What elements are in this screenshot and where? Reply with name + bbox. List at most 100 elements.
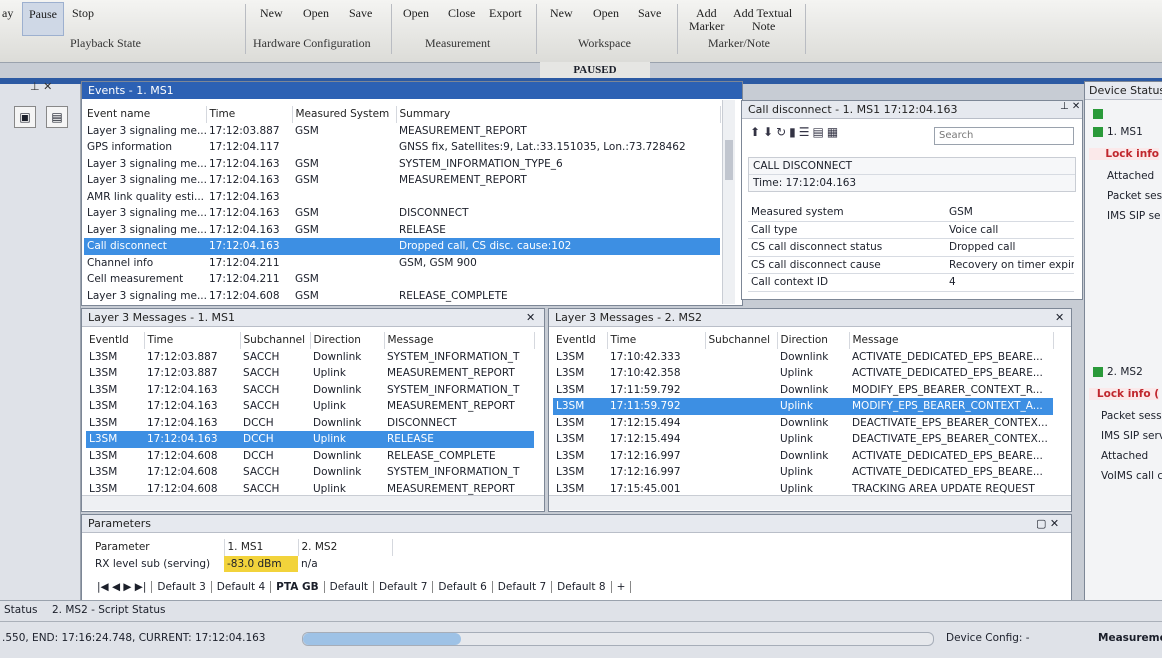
column-header[interactable]: Direction bbox=[777, 332, 850, 349]
column-header[interactable]: Subchannel bbox=[705, 332, 778, 349]
measurement-close-button[interactable]: Close bbox=[448, 6, 475, 21]
device-ms1[interactable]: 1. MS1 bbox=[1093, 126, 1143, 138]
table-row-selected[interactable]: L3SM 17:12:04.163 DCCH Uplink RELEASE bbox=[86, 431, 534, 448]
column-header[interactable]: Message bbox=[384, 332, 535, 349]
measurement-export-button[interactable]: Export bbox=[489, 6, 522, 21]
table-row[interactable]: L3SM 17:12:15.494 Downlink DEACTIVATE_EPS_B… bbox=[553, 415, 1053, 432]
left-dock-strip: ⊥ ✕ ▣ ▤ bbox=[0, 80, 81, 604]
workspace-new-button[interactable]: New bbox=[550, 6, 573, 21]
pause-button[interactable]: Pause bbox=[22, 2, 64, 36]
column-header[interactable]: 1. MS1 bbox=[224, 539, 299, 556]
hw-save-button[interactable]: Save bbox=[349, 6, 372, 21]
hw-open-button[interactable]: Open bbox=[303, 6, 329, 21]
device-ms2[interactable]: 2. MS2 bbox=[1093, 366, 1143, 378]
column-header[interactable]: EventId bbox=[553, 332, 608, 349]
table-row[interactable]: L3SM 17:12:15.494 Uplink DEACTIVATE_EPS_BEA… bbox=[553, 431, 1053, 448]
horizontal-scrollbar[interactable] bbox=[549, 495, 1071, 510]
events-header-time[interactable]: Time bbox=[206, 106, 293, 123]
events-scrollbar[interactable] bbox=[722, 100, 735, 304]
tab-default-3[interactable]: Default 3 bbox=[152, 581, 212, 593]
close-icon[interactable]: ✕ bbox=[526, 311, 535, 324]
tab-default-7b[interactable]: Default 7 bbox=[492, 581, 553, 593]
table-row[interactable]: L3SM 17:11:59.792 Downlink MODIFY_EPS_BEARE… bbox=[553, 382, 1053, 399]
tab-pta-gb[interactable]: PTA GB bbox=[271, 581, 325, 593]
table-row[interactable]: L3SM 17:10:42.333 Downlink ACTIVATE_DEDICAT… bbox=[553, 349, 1053, 366]
table-row-selected[interactable]: Call disconnect 17:12:04.163 Dropped call,… bbox=[84, 238, 720, 255]
add-marker-button-line2[interactable]: Marker bbox=[689, 19, 724, 34]
column-header[interactable]: 2. MS2 bbox=[298, 539, 393, 556]
tab-default-8[interactable]: Default 8 bbox=[552, 581, 612, 593]
close-icon[interactable]: ⊥ ✕ bbox=[1060, 101, 1080, 112]
search-input[interactable]: Search bbox=[934, 127, 1074, 145]
table-row[interactable]: GPS information 17:12:04.117 GNSS fix, Sat… bbox=[84, 139, 720, 156]
status-divider bbox=[0, 621, 1162, 622]
events-header-system[interactable]: Measured System bbox=[292, 106, 397, 123]
horizontal-scrollbar[interactable] bbox=[82, 495, 544, 510]
property-row[interactable]: Call context ID 4 bbox=[748, 273, 1074, 292]
table-row[interactable]: Cell measurement 17:12:04.211 GSM bbox=[84, 271, 720, 288]
pin-icon[interactable]: ⊥ ✕ bbox=[30, 80, 52, 93]
measurement-open-button[interactable]: Open bbox=[403, 6, 429, 21]
stop-button[interactable]: Stop bbox=[72, 6, 94, 21]
table-row[interactable]: Layer 3 signaling me... 17:12:04.163 GSM DI… bbox=[84, 205, 720, 222]
workspace-open-button[interactable]: Open bbox=[593, 6, 619, 21]
table-row[interactable]: L3SM 17:12:03.887 SACCH Uplink MEASUREMENT_R… bbox=[86, 365, 534, 382]
call-disconnect-header: CALL DISCONNECT Time: 17:12:04.163 bbox=[748, 157, 1076, 192]
add-tab-button[interactable]: + bbox=[611, 581, 632, 593]
column-header[interactable]: Time bbox=[607, 332, 706, 349]
column-header[interactable]: Direction bbox=[310, 332, 385, 349]
ribbon-divider bbox=[677, 4, 678, 54]
ms2-lock-info[interactable]: Lock info ( bbox=[1089, 388, 1159, 400]
tab-nav-arrows[interactable]: |◀ ◀ ▶ ▶| bbox=[92, 581, 153, 593]
table-row[interactable]: Layer 3 signaling me... 17:12:04.163 GSM ME… bbox=[84, 172, 720, 189]
highlighted-value: -83.0 dBm bbox=[224, 555, 298, 572]
table-row[interactable]: L3SM 17:10:42.358 Uplink ACTIVATE_DEDICATED… bbox=[553, 365, 1053, 382]
tab-default-7[interactable]: Default 7 bbox=[374, 581, 434, 593]
table-row[interactable]: Layer 3 signaling me... 17:12:04.163 GSM RE… bbox=[84, 222, 720, 239]
table-row[interactable]: L3SM 17:12:04.608 DCCH Downlink RELEASE_COMP… bbox=[86, 448, 534, 465]
close-icon[interactable]: ✕ bbox=[1055, 311, 1064, 324]
table-row[interactable]: L3SM 17:12:04.608 SACCH Downlink SYSTEM_INFO… bbox=[86, 464, 534, 481]
property-row[interactable]: Call type Voice call bbox=[748, 221, 1074, 239]
parameters-title: Parameters bbox=[82, 515, 1071, 533]
timeline-slider[interactable] bbox=[302, 632, 934, 646]
table-row[interactable]: AMR link quality esti... 17:12:04.163 bbox=[84, 189, 720, 206]
ribbon-divider bbox=[536, 4, 537, 54]
column-header[interactable]: EventId bbox=[86, 332, 145, 349]
marker-note-label: Marker/Note bbox=[708, 36, 770, 50]
tab-default-4[interactable]: Default 4 bbox=[211, 581, 272, 593]
script-status-tab[interactable]: 2. MS2 - Script Status bbox=[52, 604, 165, 616]
table-row[interactable]: L3SM 17:12:04.163 SACCH Downlink SYSTEM_INFO… bbox=[86, 382, 534, 399]
property-row[interactable]: CS call disconnect status Dropped call bbox=[748, 238, 1074, 257]
tab-default[interactable]: Default bbox=[324, 581, 374, 593]
table-row[interactable]: L3SM 17:12:16.997 Uplink ACTIVATE_DEDICATED… bbox=[553, 464, 1053, 481]
column-header[interactable]: Subchannel bbox=[240, 332, 311, 349]
column-header[interactable]: Message bbox=[849, 332, 1054, 349]
ms1-lock-info[interactable]: Lock info bbox=[1089, 148, 1159, 160]
tab-default-6[interactable]: Default 6 bbox=[433, 581, 493, 593]
table-row[interactable]: L3SM 17:12:03.887 SACCH Downlink SYSTEM_INFO… bbox=[86, 349, 534, 366]
document-icon[interactable]: ▤ bbox=[46, 106, 68, 128]
close-icon[interactable]: ▢ ✕ bbox=[1036, 517, 1059, 530]
toolbar-icons[interactable]: ⬆⬇↻▮☰▤▦ bbox=[750, 125, 841, 139]
column-header[interactable]: Parameter bbox=[92, 539, 225, 556]
table-row[interactable]: L3SM 17:12:04.163 SACCH Uplink MEASUREMENT_R… bbox=[86, 398, 534, 415]
workspace-save-button[interactable]: Save bbox=[638, 6, 661, 21]
property-row[interactable]: Measured system GSM bbox=[748, 204, 1074, 222]
table-row[interactable]: Channel info 17:12:04.211 GSM, GSM 900 bbox=[84, 255, 720, 272]
table-row[interactable]: Layer 3 signaling me... 17:12:04.163 GSM SY… bbox=[84, 156, 720, 173]
add-textual-note-button-line2[interactable]: Note bbox=[752, 19, 775, 34]
table-row[interactable]: Layer 3 signaling me... 17:12:04.608 GSM RE… bbox=[84, 288, 720, 305]
window-icon[interactable]: ▣ bbox=[14, 106, 36, 128]
table-row[interactable]: L3SM 17:12:04.163 DCCH Downlink DISCONNECT bbox=[86, 415, 534, 432]
table-row-selected[interactable]: L3SM 17:11:59.792 Uplink MODIFY_EPS_BEARER_… bbox=[553, 398, 1053, 415]
table-row[interactable]: RX level sub (serving) -83.0 dBm n/a bbox=[92, 555, 392, 572]
property-row[interactable]: CS call disconnect cause Recovery on time… bbox=[748, 256, 1074, 274]
scroll-thumb[interactable] bbox=[725, 140, 733, 180]
column-header[interactable]: Time bbox=[144, 332, 241, 349]
table-row[interactable]: L3SM 17:12:16.997 Downlink ACTIVATE_DEDICAT… bbox=[553, 448, 1053, 465]
table-row[interactable]: Layer 3 signaling me... 17:12:03.887 GSM ME… bbox=[84, 123, 720, 140]
events-header-summary[interactable]: Summary bbox=[396, 106, 721, 123]
hw-new-button[interactable]: New bbox=[260, 6, 283, 21]
events-header-name[interactable]: Event name bbox=[84, 106, 207, 123]
